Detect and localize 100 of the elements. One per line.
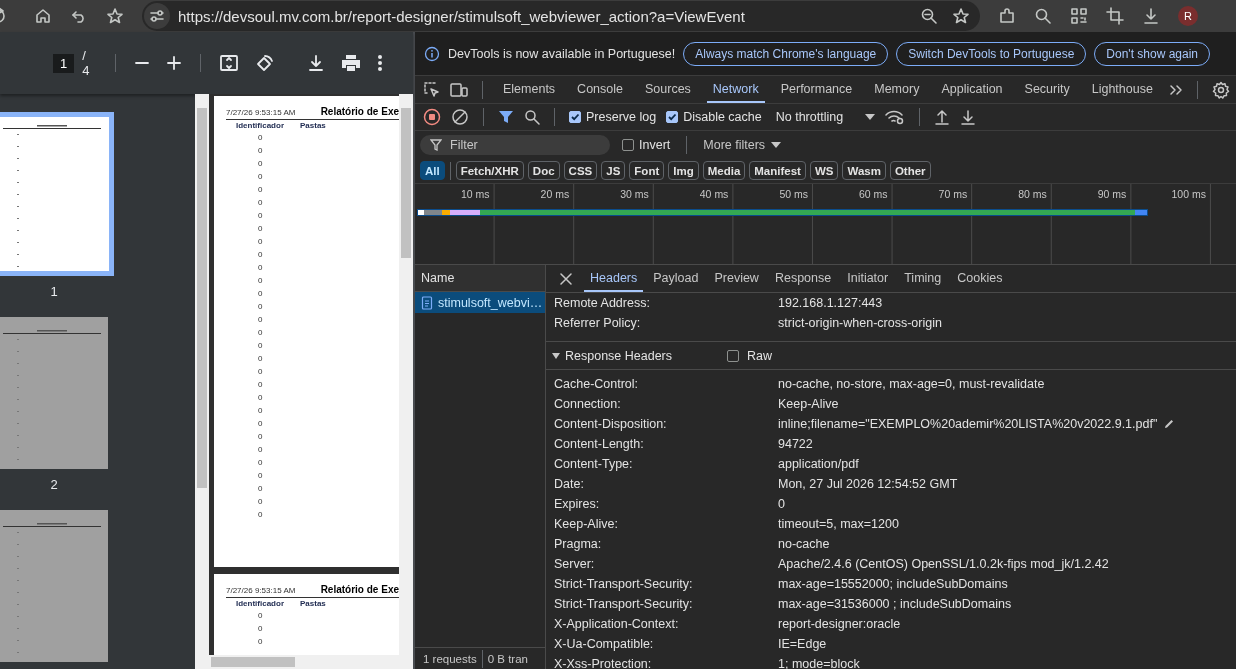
search-icon[interactable] — [1034, 7, 1052, 25]
panel-tab[interactable]: Security — [1018, 76, 1076, 103]
details-tab[interactable]: Initiator — [841, 265, 895, 292]
details-tab[interactable]: Payload — [647, 265, 705, 292]
network-settings-icon[interactable] — [885, 109, 906, 125]
page-count: / 4 — [82, 48, 91, 78]
details-tab[interactable]: Timing — [898, 265, 948, 292]
header-name: Keep-Alive: — [554, 517, 619, 531]
checkbox[interactable] — [569, 111, 581, 123]
rotate-icon[interactable] — [255, 53, 275, 73]
filter-icon — [430, 138, 442, 151]
download-icon[interactable] — [1142, 7, 1160, 25]
status-text: 1 requests — [423, 652, 477, 665]
details-tab[interactable]: Cookies — [951, 265, 1009, 292]
time-tick-label: 70 ms — [937, 188, 969, 200]
time-tick-label: 10 ms — [460, 188, 491, 200]
star-icon[interactable] — [952, 7, 970, 25]
more-filters-dropdown[interactable]: More filters — [703, 137, 782, 152]
throttling-dropdown[interactable]: No throttling — [775, 110, 876, 124]
time-tick-label: 100 ms — [1170, 188, 1207, 200]
type-filter-chip[interactable]: Other — [889, 161, 931, 180]
filter-icon[interactable] — [498, 109, 514, 125]
tune-icon[interactable] — [149, 8, 165, 24]
table-cell-text: 0 — [257, 262, 264, 274]
type-filter-chip[interactable]: Media — [702, 161, 746, 180]
print-icon[interactable] — [341, 54, 361, 72]
download-icon[interactable] — [307, 54, 325, 72]
close-icon[interactable] — [560, 272, 572, 285]
checkmark-icon — [667, 112, 678, 122]
inspect-icon[interactable] — [424, 81, 440, 98]
type-filter-chip[interactable]: Font — [629, 161, 665, 180]
time-tick-label: 60 ms — [857, 188, 889, 200]
details-tab[interactable]: Response — [768, 265, 838, 292]
type-filter-chip[interactable]: Img — [668, 161, 699, 180]
checkbox-label: Raw — [747, 348, 772, 363]
more-tabs-icon[interactable] — [1168, 83, 1183, 96]
panel-tab[interactable]: Console — [571, 76, 629, 103]
details-tab[interactable]: Headers — [584, 265, 644, 292]
device-toolbar-icon[interactable] — [450, 81, 468, 98]
details-tab[interactable]: Preview — [708, 265, 765, 292]
qr-code-icon[interactable] — [1070, 7, 1088, 25]
checkbox-label: Disable cache — [683, 110, 762, 124]
panel-tab[interactable]: Sources — [639, 76, 697, 103]
crop-icon[interactable] — [1106, 7, 1124, 25]
header-name: X-Application-Context: — [554, 617, 680, 631]
type-filter-chip[interactable]: Doc — [527, 161, 560, 180]
fit-page-icon[interactable] — [219, 54, 239, 72]
table-cell-text: 0 — [257, 379, 264, 391]
type-filter-chip[interactable]: JS — [601, 161, 626, 180]
checkbox[interactable] — [666, 111, 679, 123]
profile-avatar[interactable]: R — [1178, 6, 1198, 26]
panel-tab[interactable]: Performance — [774, 76, 859, 103]
table-cell-text: 0 — [257, 223, 264, 235]
zoom-icon[interactable] — [920, 7, 938, 25]
pencil-icon[interactable] — [1163, 418, 1176, 430]
section-header[interactable]: Response Headers — [552, 348, 727, 363]
table-cell-text: 0 — [257, 496, 264, 508]
panel-tab[interactable]: Lighthouse — [1085, 76, 1159, 103]
clear-icon[interactable] — [451, 108, 469, 126]
table-cell-text: 0 — [257, 236, 264, 248]
table-cell-text: 0 — [257, 418, 264, 430]
column-header: Name — [415, 265, 545, 292]
home-icon[interactable] — [34, 7, 52, 25]
panel-tab[interactable]: Network — [706, 76, 765, 103]
address-bar[interactable]: https://devsoul.mv.com.br/report-designer/stimulsoft_webviewer_action?a=ViewEvent — [142, 1, 980, 31]
request-row[interactable]: stimulsoft_webvi… — [415, 292, 545, 313]
header-value: Keep-Alive — [778, 397, 839, 411]
settings-icon[interactable] — [1211, 80, 1230, 99]
table-cell-text: 0 — [257, 288, 264, 300]
panel-tab[interactable]: Application — [935, 76, 1009, 103]
puzzle-icon[interactable] — [998, 7, 1016, 25]
scrollbar[interactable] — [195, 655, 413, 669]
type-filter-chip[interactable]: WS — [809, 161, 839, 180]
search-icon[interactable] — [524, 109, 540, 125]
header-name: Strict-Transport-Security: — [554, 577, 694, 591]
type-filter-chip[interactable]: All — [420, 161, 445, 180]
table-cell-text: 0 — [257, 158, 264, 170]
type-filter-chip[interactable]: CSS — [563, 161, 598, 180]
filter-field[interactable]: Filter — [420, 134, 610, 155]
download-icon[interactable] — [960, 109, 977, 125]
checkbox[interactable] — [622, 138, 634, 151]
upload-icon[interactable] — [934, 109, 951, 125]
star-icon[interactable] — [106, 7, 124, 25]
type-filter-chip[interactable]: Manifest — [749, 161, 806, 180]
page-number-field[interactable]: 1 — [53, 53, 75, 73]
checkbox[interactable] — [727, 349, 739, 362]
more-icon[interactable] — [377, 54, 383, 72]
table-cell-text: 0 — [257, 184, 264, 196]
zoom-in-icon[interactable] — [166, 55, 182, 71]
header-name: Date: — [554, 477, 585, 491]
table-cell-text: 0 — [257, 457, 264, 469]
time-tick-label: 20 ms — [539, 188, 571, 200]
table-cell-text: 0 — [257, 314, 264, 326]
type-filter-chip[interactable]: Fetch/XHR — [455, 161, 524, 180]
panel-tab[interactable]: Memory — [868, 76, 926, 103]
panel-tab[interactable]: Elements — [497, 76, 562, 103]
type-filter-chip[interactable]: Wasm — [842, 161, 886, 180]
header-name: Server: — [554, 557, 596, 571]
time-tick-label: 80 ms — [1017, 188, 1048, 200]
record-icon[interactable] — [423, 108, 441, 126]
